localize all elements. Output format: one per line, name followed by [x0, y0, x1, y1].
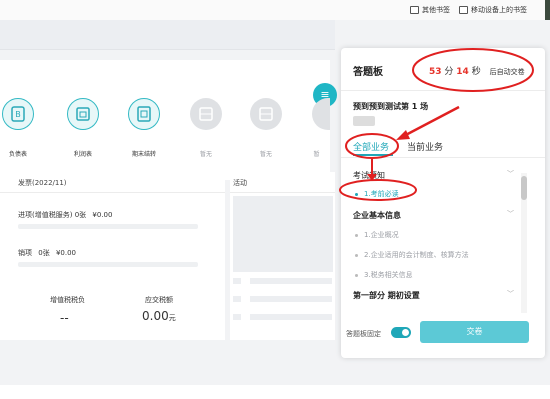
icon-label-empty: 暂无: [199, 151, 212, 158]
status-dot-icon: [355, 192, 358, 196]
bookmark-mobile[interactable]: 移动设备上的书签: [459, 5, 527, 15]
vat-burden-label: 增值税税负: [50, 296, 85, 304]
divider: [0, 192, 225, 193]
submit-exam-button[interactable]: 交卷: [420, 321, 529, 343]
bookmark-bar: 其他书签 移动设备上的书签: [0, 0, 550, 38]
exam-title: 预到预到测试第 1 场: [353, 102, 429, 111]
icon-label-empty: 暂无: [259, 151, 272, 158]
vat-burden-value: --: [60, 311, 69, 325]
list-line: [250, 314, 332, 320]
icon-label-period-end: 期末结转: [131, 151, 156, 158]
input-invoice-label: 进项(增值税服务): [18, 211, 73, 219]
countdown-timer: 53 分 14 秒 后自动交卷: [429, 64, 525, 77]
status-dot-icon: [355, 253, 358, 257]
scrollbar-thumb[interactable]: [521, 176, 527, 200]
chevron-down-icon[interactable]: ﹀: [507, 169, 514, 179]
bookmark-other-label: 其他书签: [422, 6, 450, 14]
timer-sec-unit: 秒: [471, 67, 481, 77]
icon-label-empty: 暂: [313, 151, 320, 158]
section-company-info[interactable]: 企业基本信息: [353, 210, 401, 221]
activity-banner[interactable]: [233, 196, 333, 272]
input-invoice-progress: [18, 224, 198, 229]
question-label: 2.企业适用的会计制度、核算方法: [364, 251, 469, 259]
tax-due-amount: 0.00: [142, 309, 169, 323]
divider: [341, 157, 545, 158]
timer-min-unit: 分: [444, 67, 454, 77]
section-exam-notice[interactable]: 考试须知: [353, 170, 385, 181]
divider: [341, 90, 545, 91]
output-invoice-progress: [18, 262, 198, 267]
chevron-down-icon[interactable]: ﹀: [507, 209, 514, 219]
invoice-card: 发票(2022/11) 进项(增值税服务) 0张 ¥0.00 销项 0张 ¥0.…: [0, 172, 225, 340]
output-invoice-label: 销项: [18, 249, 32, 257]
icon-label-income-statement: 利润表: [73, 151, 92, 158]
output-invoice-row: 销项 0张 ¥0.00: [18, 248, 76, 258]
panel-title: 答题板: [353, 67, 383, 78]
output-invoice-count: 0张: [38, 249, 50, 257]
input-invoice-count: 0张: [74, 211, 87, 219]
income-statement-icon[interactable]: [67, 98, 99, 130]
balance-sheet-icon[interactable]: B: [2, 98, 34, 130]
question-label: 3.税务相关信息: [364, 271, 413, 279]
timer-tail: 后自动交卷: [489, 68, 525, 76]
empty-slot-icon: [250, 98, 282, 130]
toggle-knob: [402, 329, 409, 336]
tab-active-indicator: [353, 154, 393, 156]
list-bullet: [233, 296, 241, 302]
app-area: ≡ B 负债表 利润表 期末结转 暂无 暂无 暂 发票(2022/11) 进项(…: [0, 20, 550, 385]
question-item[interactable]: 2.企业适用的会计制度、核算方法: [355, 250, 469, 260]
input-invoice-row: 进项(增值税服务) 0张 ¥0.00: [18, 210, 112, 220]
question-item[interactable]: 3.税务相关信息: [355, 270, 413, 280]
input-invoice-amount: ¥0.00: [92, 211, 113, 219]
timer-minutes: 53: [429, 67, 442, 77]
bookmark-mobile-label: 移动设备上的书签: [471, 6, 527, 14]
status-dot-icon: [355, 273, 358, 277]
activity-card: 活动: [230, 172, 335, 340]
question-item-current[interactable]: 1.考前必读: [355, 189, 399, 199]
section-opening-setup[interactable]: 第一部分 期初设置: [353, 290, 420, 301]
tab-all-business[interactable]: 全部业务: [353, 140, 389, 153]
icon-label-balance-sheet: 负债表: [8, 151, 27, 158]
pin-panel-toggle[interactable]: [391, 327, 411, 338]
tax-due-value: 0.00元: [142, 309, 176, 323]
list-bullet: [233, 314, 241, 320]
tab-current-business[interactable]: 当前业务: [407, 140, 443, 153]
status-dot-icon: [355, 233, 358, 237]
list-bullet: [233, 278, 241, 284]
svg-text:B: B: [15, 110, 21, 119]
list-line: [250, 296, 332, 302]
tax-due-label: 应交税额: [145, 296, 173, 304]
folder-icon: [459, 6, 468, 14]
folder-icon: [410, 6, 419, 14]
period-end-transfer-icon[interactable]: [128, 98, 160, 130]
question-label: 1.企业概况: [364, 231, 399, 239]
bottom-strip: [0, 385, 550, 399]
output-invoice-amount: ¥0.00: [55, 249, 76, 257]
timer-seconds: 14: [456, 67, 469, 77]
invoice-card-title: 发票(2022/11): [18, 179, 67, 187]
list-line: [250, 278, 332, 284]
chevron-down-icon[interactable]: ﹀: [507, 289, 514, 299]
empty-slot-icon: [190, 98, 222, 130]
top-band: [0, 20, 335, 50]
divider: [230, 192, 335, 193]
pin-panel-label: 答题板固定: [346, 330, 381, 338]
blurred-info: [353, 116, 375, 126]
activity-card-title: 活动: [233, 179, 247, 187]
question-label: 1.考前必读: [364, 190, 399, 198]
bookmark-other[interactable]: 其他书签: [410, 5, 450, 15]
tax-due-unit: 元: [168, 314, 176, 322]
question-item[interactable]: 1.企业概况: [355, 230, 399, 240]
answer-panel: 答题板 53 分 14 秒 后自动交卷 预到预到测试第 1 场 全部业务 当前业…: [341, 48, 545, 358]
